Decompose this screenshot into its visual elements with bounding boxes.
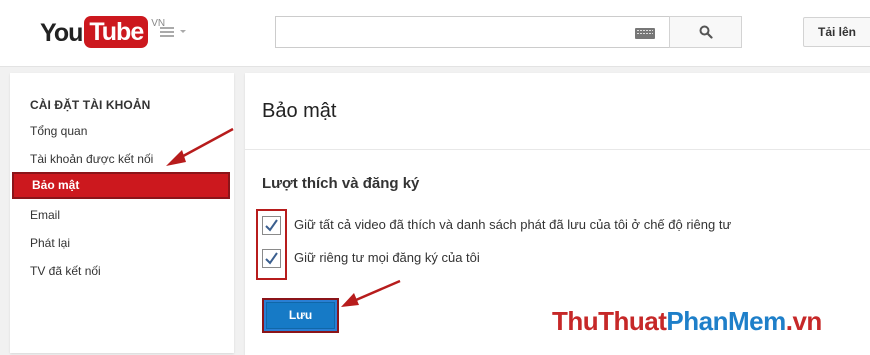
sidebar-item-overview[interactable]: Tổng quan [10, 118, 234, 145]
watermark-part-a: ThuThuat [552, 306, 667, 336]
guide-menu-icon[interactable] [160, 27, 174, 39]
keyboard-icon[interactable] [635, 28, 655, 39]
checkmark-icon [265, 219, 278, 232]
divider [245, 149, 870, 150]
watermark: ThuThuatPhanMem.vn [552, 306, 822, 337]
private-subscriptions-label[interactable]: Giữ riêng tư mọi đăng ký của tôi [294, 250, 480, 265]
settings-sidebar: CÀI ĐẶT TÀI KHOẢN Tổng quan Tài khoản đư… [10, 73, 234, 353]
search-input[interactable] [282, 18, 626, 48]
search-icon [699, 25, 713, 39]
save-button[interactable]: Lưu [262, 298, 339, 333]
checkmark-icon [265, 252, 278, 265]
sidebar-item-playback[interactable]: Phát lại [10, 230, 234, 257]
watermark-part-c: .vn [785, 306, 823, 336]
save-button-label: Lưu [288, 308, 313, 322]
logo-tube-text: Tube [84, 16, 149, 48]
sidebar-item-security[interactable]: Bảo mật [12, 172, 230, 199]
sidebar-heading: CÀI ĐẶT TÀI KHOẢN [30, 98, 151, 112]
sidebar-item-connected-accounts[interactable]: Tài khoản được kết nối [10, 146, 234, 173]
search-box[interactable] [275, 16, 670, 48]
private-likes-checkbox[interactable] [262, 216, 281, 235]
sidebar-item-email[interactable]: Email [10, 202, 234, 229]
chevron-down-icon[interactable] [180, 30, 186, 33]
private-likes-label[interactable]: Giữ tất cả video đã thích và danh sách p… [294, 217, 731, 232]
private-subscriptions-checkbox[interactable] [262, 249, 281, 268]
watermark-part-b: PhanMem [666, 306, 786, 336]
youtube-logo[interactable]: You Tube VN [40, 16, 165, 50]
section-title: Lượt thích và đăng ký [262, 175, 420, 192]
masthead: You Tube VN Tải lên [0, 0, 870, 67]
page-title: Bảo mật [262, 100, 337, 122]
search-button[interactable] [669, 16, 742, 48]
sidebar-item-connected-tv[interactable]: TV đã kết nối [10, 258, 234, 285]
logo-you-text: You [40, 19, 83, 47]
upload-button[interactable]: Tải lên [803, 17, 870, 47]
